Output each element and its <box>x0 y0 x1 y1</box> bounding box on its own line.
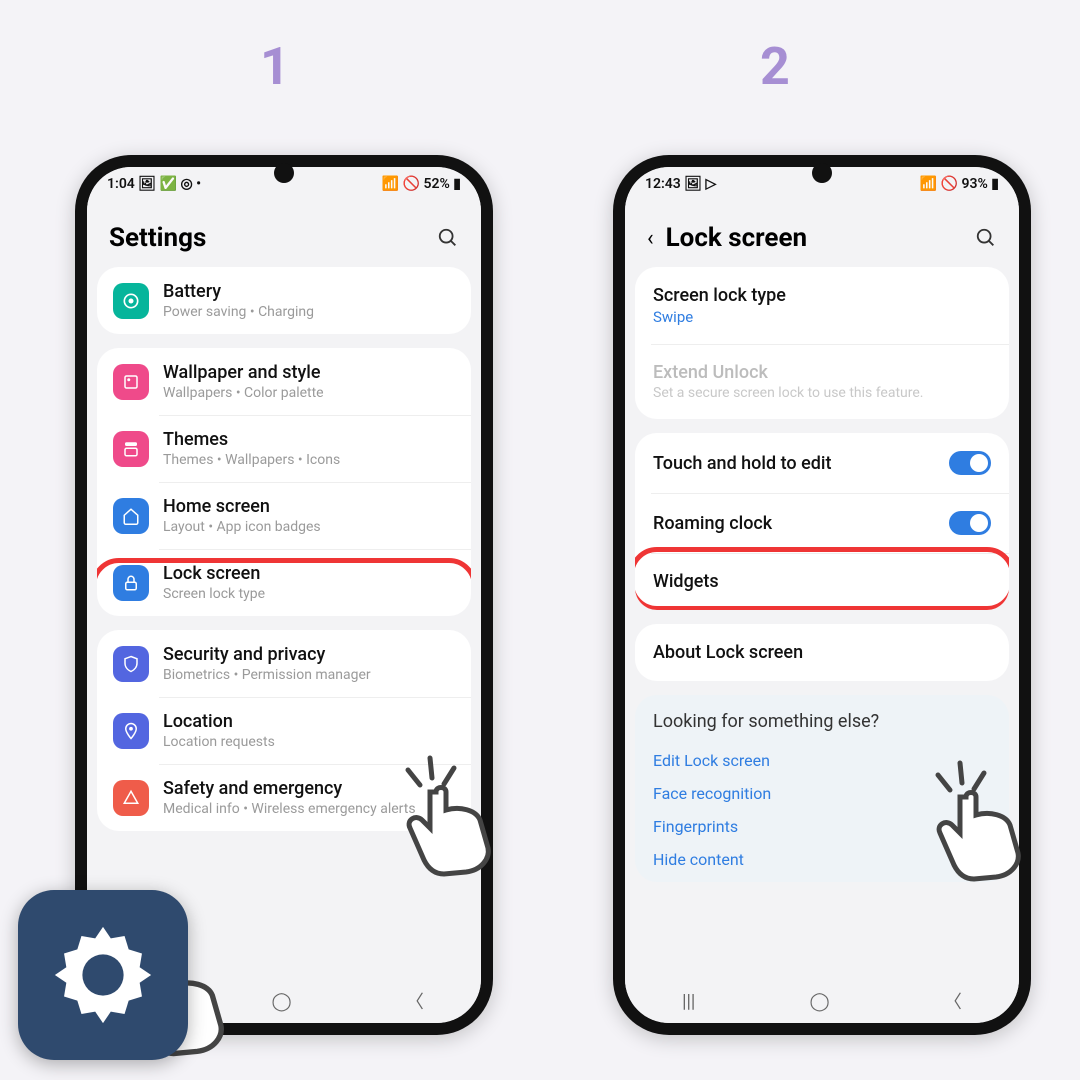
toggle-touch-hold[interactable] <box>949 451 991 475</box>
settings-item-lock-screen[interactable]: Lock screenScreen lock type <box>97 549 471 616</box>
step-number-1: 1 <box>260 36 290 97</box>
back-button[interactable]: ‹ <box>647 226 654 251</box>
settings-item-safety[interactable]: Safety and emergencyMedical info • Wirel… <box>97 764 471 831</box>
nav-home[interactable]: ◯ <box>810 991 830 1012</box>
settings-group: Security and privacyBiometrics • Permiss… <box>97 630 471 831</box>
section-about: About Lock screen <box>635 624 1009 681</box>
battery-icon <box>113 283 149 319</box>
lock-icon <box>113 565 149 601</box>
toggle-roaming-clock[interactable] <box>949 511 991 535</box>
camera-notch <box>812 163 832 183</box>
camera-notch <box>274 163 294 183</box>
settings-list: BatteryPower saving • Charging Wallpaper… <box>87 267 481 979</box>
item-roaming-clock[interactable]: Roaming clock <box>635 493 1009 553</box>
link-face-recognition[interactable]: Face recognition <box>653 777 991 810</box>
themes-icon <box>113 431 149 467</box>
lock-screen-settings: Screen lock typeSwipe Extend UnlockSet a… <box>625 267 1019 979</box>
header: Settings <box>87 201 481 267</box>
link-edit-lock-screen[interactable]: Edit Lock screen <box>653 744 991 777</box>
search-icon[interactable] <box>437 227 459 249</box>
nav-home[interactable]: ◯ <box>272 991 292 1012</box>
settings-item-wallpaper[interactable]: Wallpaper and styleWallpapers • Color pa… <box>97 348 471 415</box>
settings-item-location[interactable]: LocationLocation requests <box>97 697 471 764</box>
location-icon <box>113 713 149 749</box>
settings-app-icon[interactable] <box>18 890 188 1060</box>
page-title: Settings <box>109 223 437 253</box>
screen-2: 12:43 🖼 ▷ 📶 🚫 93% ▮ ‹ Lock screen Screen… <box>625 167 1019 1023</box>
info-heading: Looking for something else? <box>653 711 991 732</box>
page-title: Lock screen <box>666 223 975 253</box>
phones-wrap: 1:04 🖼 ✅ ◎ • 📶 🚫 52% ▮ Settings BatteryP… <box>75 155 1031 1035</box>
search-icon[interactable] <box>975 227 997 249</box>
link-fingerprints[interactable]: Fingerprints <box>653 810 991 843</box>
section-lock-type: Screen lock typeSwipe Extend UnlockSet a… <box>635 267 1009 419</box>
phone-2: 12:43 🖼 ▷ 📶 🚫 93% ▮ ‹ Lock screen Screen… <box>613 155 1031 1035</box>
item-about-lock-screen[interactable]: About Lock screen <box>635 624 1009 681</box>
info-card: Looking for something else? Edit Lock sc… <box>635 695 1009 882</box>
settings-group: BatteryPower saving • Charging <box>97 267 471 334</box>
settings-item-themes[interactable]: ThemesThemes • Wallpapers • Icons <box>97 415 471 482</box>
header: ‹ Lock screen <box>625 201 1019 267</box>
item-touch-hold-edit[interactable]: Touch and hold to edit <box>635 433 1009 493</box>
shield-icon <box>113 646 149 682</box>
home-icon <box>113 498 149 534</box>
item-widgets[interactable]: Widgets <box>635 553 1009 610</box>
settings-group: Wallpaper and styleWallpapers • Color pa… <box>97 348 471 616</box>
step-number-2: 2 <box>760 36 790 97</box>
nav-recents[interactable]: ||| <box>682 991 695 1012</box>
item-extend-unlock: Extend UnlockSet a secure screen lock to… <box>635 344 1009 419</box>
safety-icon <box>113 780 149 816</box>
settings-item-battery[interactable]: BatteryPower saving • Charging <box>97 267 471 334</box>
gear-icon <box>48 920 158 1030</box>
nav-back[interactable]: 〈 <box>944 988 962 1014</box>
nav-back[interactable]: 〈 <box>406 988 424 1014</box>
link-hide-content[interactable]: Hide content <box>653 843 991 876</box>
nav-bar: ||| ◯ 〈 <box>625 979 1019 1023</box>
settings-item-security[interactable]: Security and privacyBiometrics • Permiss… <box>97 630 471 697</box>
wallpaper-icon <box>113 364 149 400</box>
item-screen-lock-type[interactable]: Screen lock typeSwipe <box>635 267 1009 344</box>
settings-item-home[interactable]: Home screenLayout • App icon badges <box>97 482 471 549</box>
section-edit: Touch and hold to edit Roaming clock Wid… <box>635 433 1009 610</box>
